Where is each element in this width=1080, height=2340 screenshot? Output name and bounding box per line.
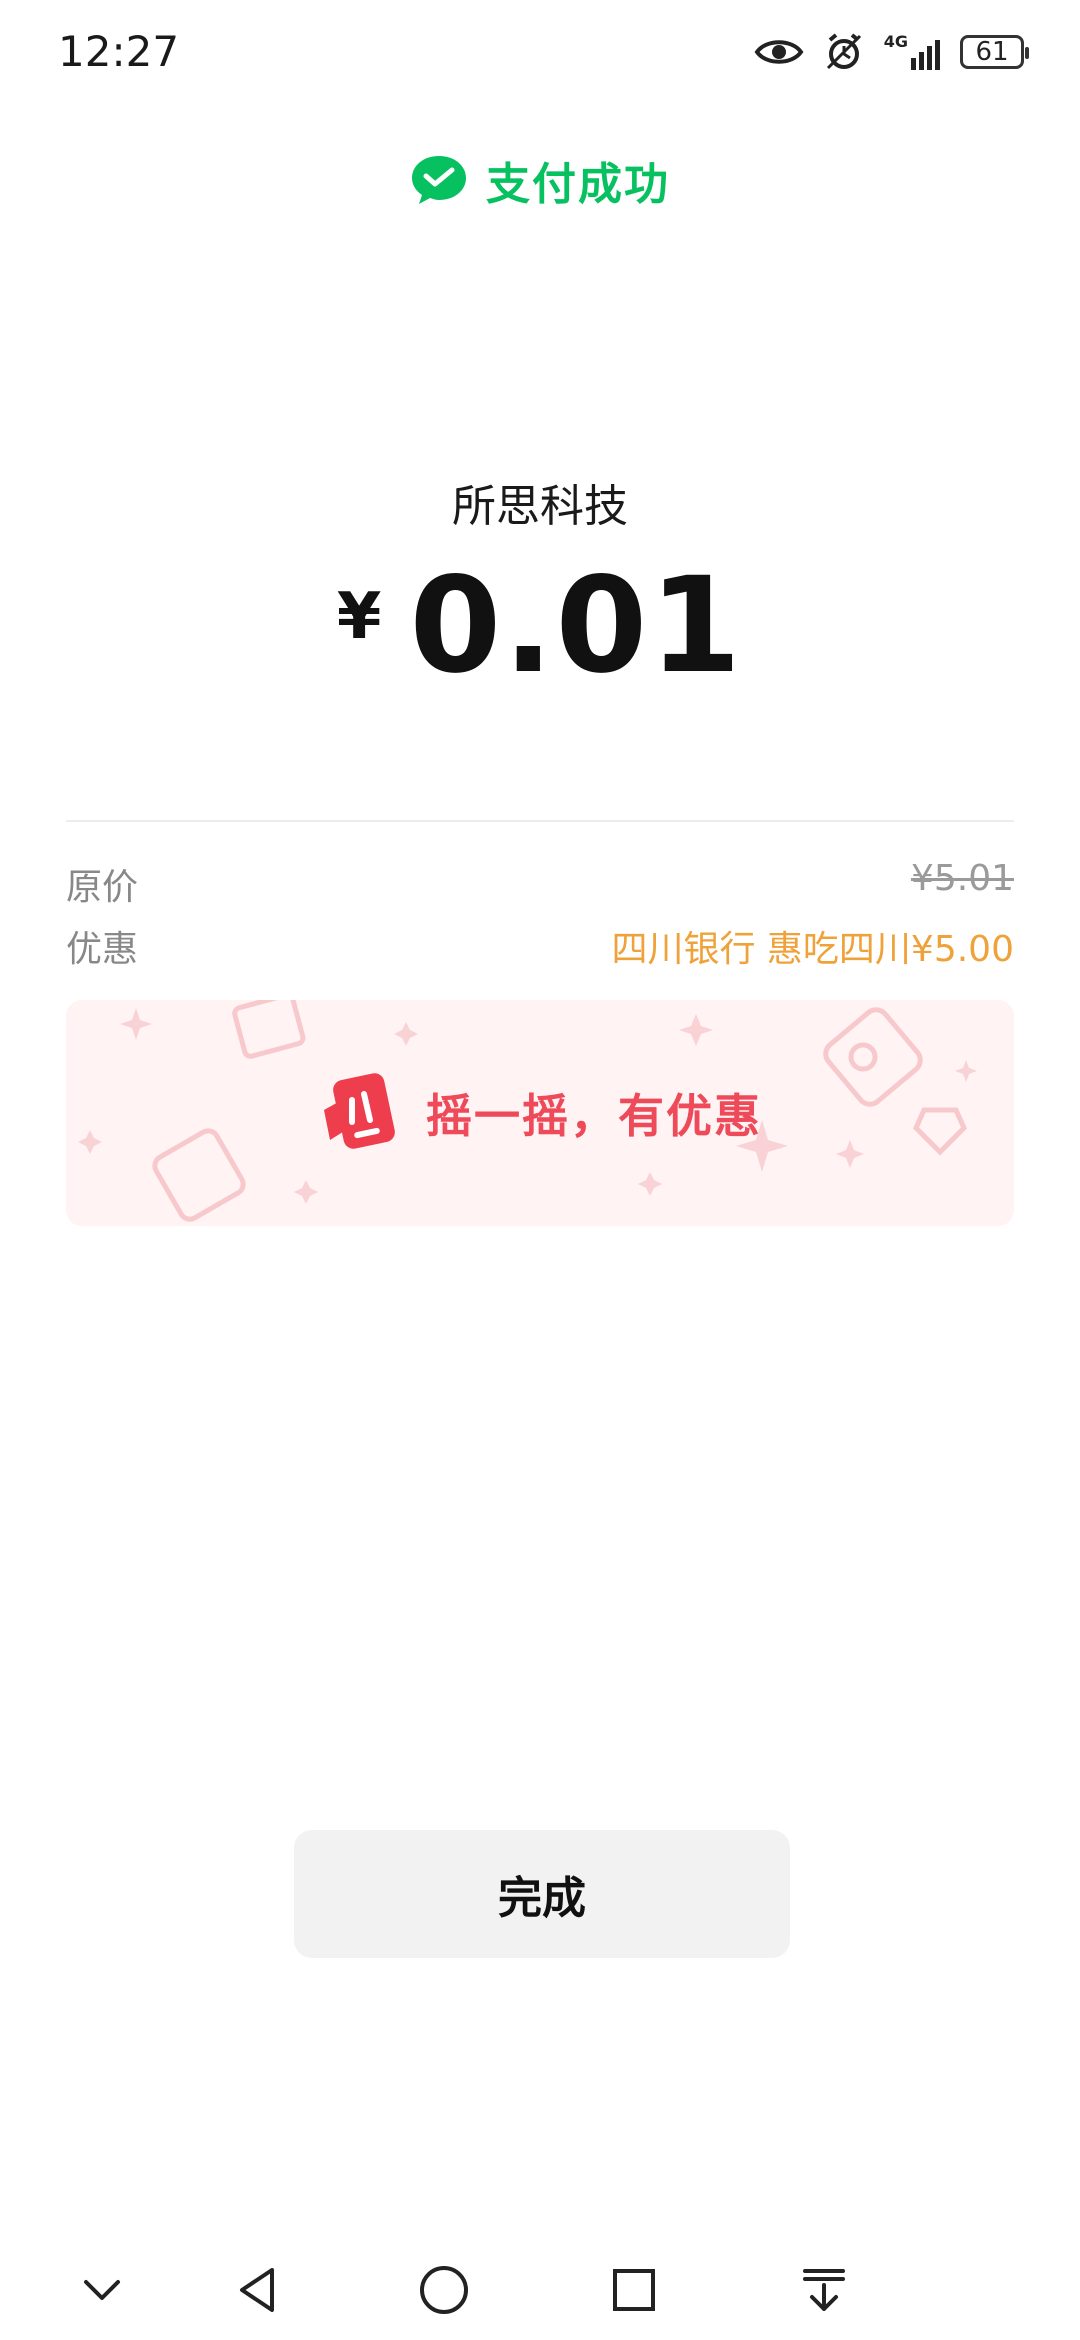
recents-button[interactable] — [594, 2250, 674, 2330]
battery-level: 61 — [975, 37, 1009, 67]
promo-content: 摇一摇，有优惠 — [66, 1000, 1014, 1226]
notification-pull-icon — [803, 2269, 845, 2311]
back-icon — [240, 2268, 274, 2312]
network-type-label: 4G — [883, 32, 908, 51]
signal-icon: 4G — [884, 34, 940, 70]
eye-icon — [754, 40, 804, 64]
payment-success-header: 支付成功 — [0, 148, 1080, 212]
back-button[interactable] — [218, 2250, 298, 2330]
home-button[interactable] — [404, 2250, 484, 2330]
currency-symbol: ¥ — [336, 580, 382, 654]
merchant-name: 所思科技 — [452, 481, 628, 532]
status-time: 12:27 — [58, 27, 180, 76]
recents-icon — [613, 2269, 655, 2311]
battery-icon: 61 — [960, 35, 1029, 69]
shake-promo-banner[interactable]: 摇一摇，有优惠 — [66, 1000, 1014, 1226]
collapse-icon — [84, 2280, 120, 2300]
promo-text: 摇一摇，有优惠 — [426, 1089, 762, 1143]
amount-row: ¥ 0.01 — [0, 560, 1080, 700]
payment-amount: 0.01 — [409, 549, 744, 703]
done-button[interactable]: 完成 — [294, 1830, 790, 1958]
discount-label: 优惠 — [66, 929, 139, 970]
divider — [66, 820, 1014, 822]
collapse-button[interactable] — [62, 2250, 142, 2330]
original-price-value: ¥5.01 — [910, 858, 1014, 899]
original-price-label: 原价 — [66, 867, 139, 908]
payment-status-title: 支付成功 — [486, 159, 670, 210]
alarm-icon — [826, 33, 861, 70]
status-icons: 4G 61 — [754, 28, 1029, 76]
discount-value: 四川银行 惠吃四川¥5.00 — [611, 929, 1014, 970]
notification-pull-button[interactable] — [784, 2250, 864, 2330]
home-icon — [420, 2266, 468, 2314]
wechat-pay-icon — [412, 156, 466, 204]
system-nav-bar — [0, 2240, 1080, 2340]
shake-phone-icon — [324, 1073, 395, 1149]
